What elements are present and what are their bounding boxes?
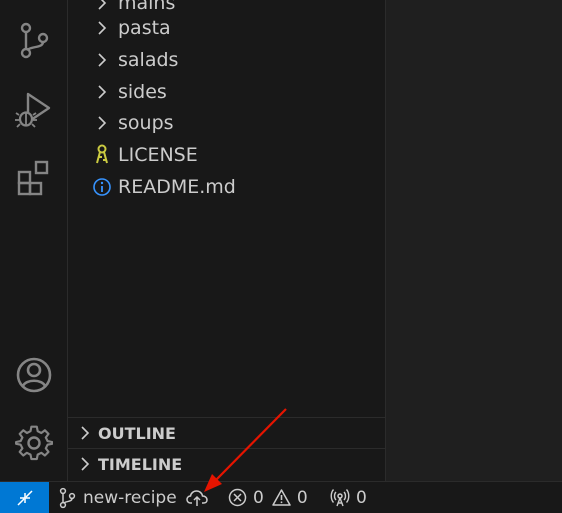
tree-folder-soups[interactable]: soups <box>68 108 385 138</box>
remote-indicator-button[interactable] <box>0 482 49 513</box>
status-bar: new-recipe 0 0 0 <box>0 481 562 513</box>
branch-name: new-recipe <box>83 487 177 508</box>
tree-item-label: soups <box>118 112 174 134</box>
broadcast-icon <box>330 488 350 506</box>
ports-count: 0 <box>356 487 367 508</box>
run-debug-icon[interactable] <box>14 89 54 129</box>
tree-file-readme[interactable]: README.md <box>68 172 385 202</box>
info-icon <box>92 177 112 197</box>
tree-folder-sides[interactable]: sides <box>68 77 385 107</box>
license-key-icon <box>92 144 112 165</box>
settings-gear-icon[interactable] <box>14 424 54 464</box>
tree-item-label: sides <box>118 81 167 103</box>
section-outline[interactable]: OUTLINE <box>68 417 385 448</box>
section-timeline[interactable]: TIMELINE <box>68 448 385 479</box>
error-count: 0 <box>253 487 264 508</box>
branch-status[interactable]: new-recipe <box>58 482 177 513</box>
tree-file-license[interactable]: LICENSE <box>68 140 385 170</box>
remote-icon <box>16 489 33 506</box>
problems-status[interactable]: 0 0 <box>228 482 308 513</box>
vscode-window: mains pasta salads sides soups LICENSE R… <box>0 0 562 513</box>
chevron-right-icon <box>76 455 94 473</box>
warning-count: 0 <box>296 487 308 508</box>
chevron-right-icon <box>76 424 94 442</box>
source-control-icon[interactable] <box>14 20 54 60</box>
extensions-icon[interactable] <box>14 158 54 198</box>
chevron-right-icon <box>92 82 112 102</box>
editor-area <box>386 0 562 481</box>
section-timeline-label: TIMELINE <box>98 454 183 474</box>
tree-folder-pasta[interactable]: pasta <box>68 13 385 43</box>
tree-folder-salads[interactable]: salads <box>68 45 385 75</box>
account-icon[interactable] <box>14 355 54 395</box>
warning-icon <box>272 489 291 506</box>
chevron-right-icon <box>92 113 112 133</box>
publish-branch-button[interactable] <box>186 482 208 513</box>
tree-item-label: salads <box>118 49 179 71</box>
chevron-right-icon <box>92 0 112 13</box>
section-outline-label: OUTLINE <box>98 423 176 443</box>
tree-item-label: mains <box>118 0 176 14</box>
ports-status[interactable]: 0 <box>330 482 367 513</box>
git-branch-icon <box>59 487 76 508</box>
chevron-right-icon <box>92 50 112 70</box>
error-icon <box>228 488 247 507</box>
tree-item-label: pasta <box>118 17 171 39</box>
cloud-upload-icon <box>186 489 208 506</box>
explorer-panel: mains pasta salads sides soups LICENSE R… <box>68 0 386 481</box>
tree-item-label: LICENSE <box>118 144 198 166</box>
chevron-right-icon <box>92 18 112 38</box>
tree-item-label: README.md <box>118 176 236 198</box>
activity-bar <box>0 0 68 481</box>
